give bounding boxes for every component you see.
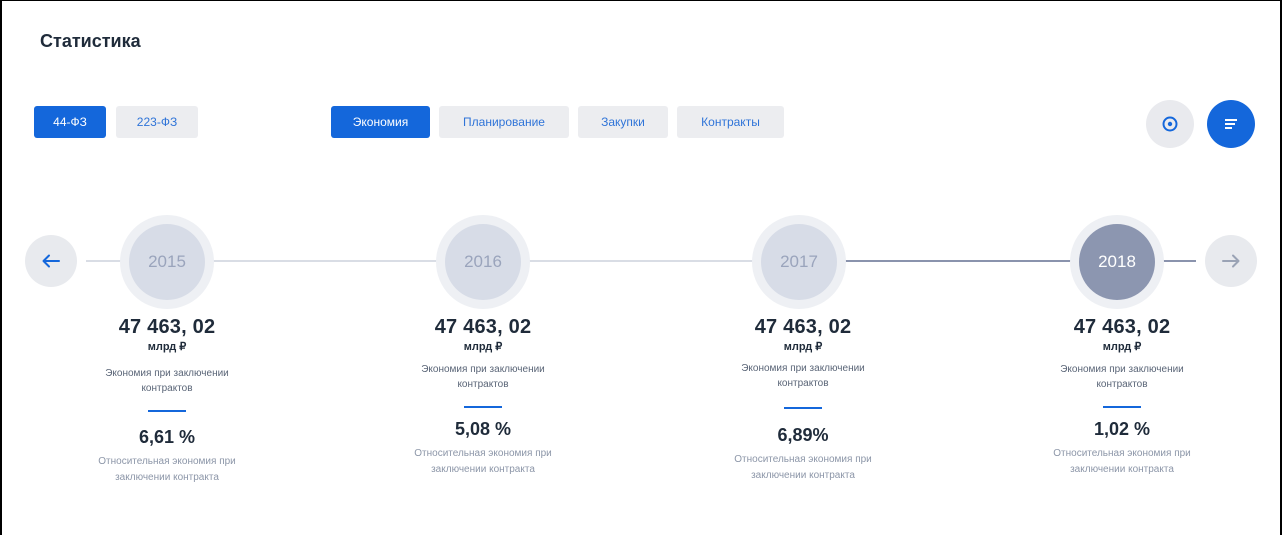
prev-button[interactable] <box>25 235 77 287</box>
year-node-2018[interactable]: 2018 <box>1070 215 1164 309</box>
stat-column-2016: 47 463, 02 млрд ₽ Экономия при заключени… <box>378 316 588 478</box>
frame-top-border <box>0 0 1282 1</box>
amount-description: Экономия при заключении контрактов <box>105 368 229 394</box>
divider <box>1103 406 1141 408</box>
page-title: Статистика <box>40 31 141 51</box>
tab-223-fz[interactable]: 223-ФЗ <box>116 106 198 138</box>
year-label: 2015 <box>129 224 205 300</box>
filter-lines-icon <box>1225 119 1237 129</box>
arrow-left-icon <box>42 254 60 268</box>
economy-percent: 6,61 % <box>138 427 196 447</box>
next-button[interactable] <box>1205 235 1257 287</box>
percent-description: Относительная экономия при заключении ко… <box>414 448 552 475</box>
amount-unit: млрд ₽ <box>147 341 187 353</box>
economy-amount: 47 463, 02 <box>754 316 852 338</box>
economy-amount: 47 463, 02 <box>1073 316 1171 338</box>
percent-description: Относительная экономия при заключении ко… <box>98 456 236 483</box>
amount-unit: млрд ₽ <box>783 341 823 353</box>
arrow-right-icon <box>1222 254 1240 268</box>
economy-amount: 47 463, 02 <box>118 316 216 338</box>
filter-button[interactable] <box>1207 100 1255 148</box>
amount-description: Экономия при заключении контрактов <box>741 363 865 389</box>
location-button[interactable] <box>1146 100 1194 148</box>
year-node-2017[interactable]: 2017 <box>752 215 846 309</box>
frame-right-border <box>1280 0 1287 535</box>
amount-description: Экономия при заключении контрактов <box>1060 364 1184 390</box>
year-label: 2016 <box>445 224 521 300</box>
percent-description: Относительная экономия при заключении ко… <box>734 454 872 481</box>
amount-unit: млрд ₽ <box>463 341 503 353</box>
tab-economy[interactable]: Экономия <box>331 106 430 138</box>
economy-percent: 6,89% <box>777 425 829 445</box>
divider <box>464 406 502 408</box>
year-label: 2017 <box>761 224 837 300</box>
economy-percent: 5,08 % <box>454 419 512 439</box>
tab-purchases[interactable]: Закупки <box>578 106 668 138</box>
location-pin-icon <box>1162 116 1178 132</box>
tab-contracts[interactable]: Контракты <box>677 106 784 138</box>
divider <box>784 407 822 409</box>
divider <box>148 410 186 412</box>
tab-44-fz[interactable]: 44-ФЗ <box>34 106 106 138</box>
percent-description: Относительная экономия при заключении ко… <box>1053 448 1191 475</box>
amount-description: Экономия при заключении контрактов <box>421 364 545 390</box>
tab-planning[interactable]: Планирование <box>439 106 569 138</box>
economy-amount: 47 463, 02 <box>434 316 532 338</box>
stat-column-2015: 47 463, 02 млрд ₽ Экономия при заключени… <box>62 316 272 486</box>
economy-percent: 1,02 % <box>1093 419 1151 439</box>
year-node-2015[interactable]: 2015 <box>120 215 214 309</box>
stat-column-2017: 47 463, 02 млрд ₽ Экономия при заключени… <box>698 316 908 484</box>
amount-unit: млрд ₽ <box>1102 341 1142 353</box>
frame-left-border <box>0 0 2 535</box>
year-node-2016[interactable]: 2016 <box>436 215 530 309</box>
stat-column-2018: 47 463, 02 млрд ₽ Экономия при заключени… <box>1017 316 1227 478</box>
year-label: 2018 <box>1079 224 1155 300</box>
